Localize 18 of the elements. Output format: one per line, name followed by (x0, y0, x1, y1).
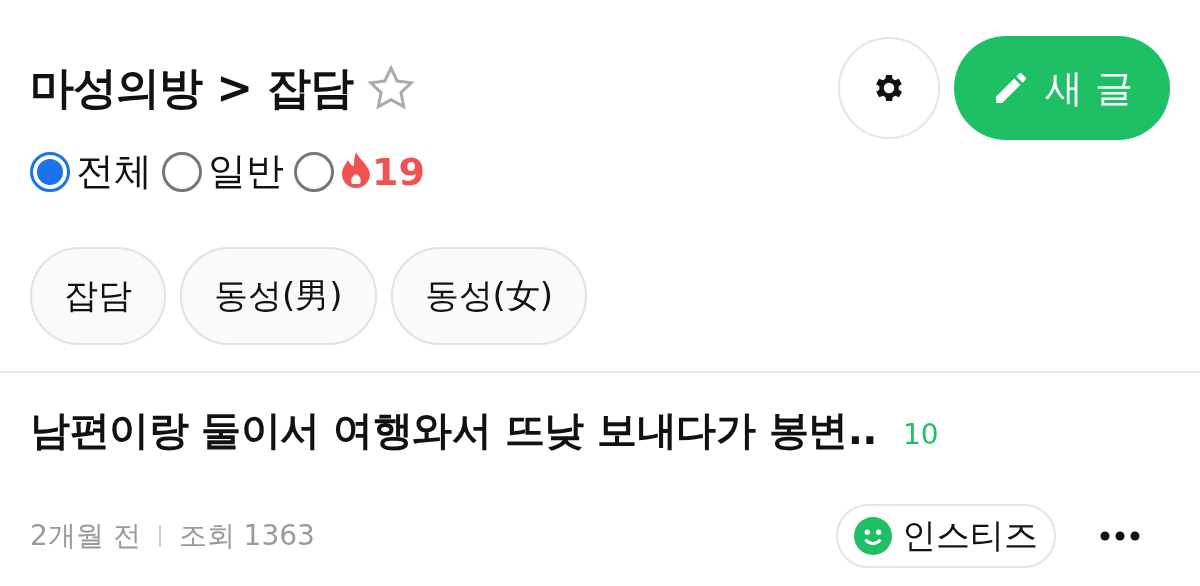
comment-count: 10 (903, 418, 939, 451)
view-count: 조회 1363 (178, 518, 315, 554)
radio-label: 전체 (76, 148, 152, 195)
radio-button[interactable] (30, 151, 70, 192)
post-title[interactable]: 남편이랑 둘이서 여행와서 뜨낮 보내다가 봉변.. (30, 403, 878, 458)
radio-button[interactable] (294, 151, 334, 192)
category-chip[interactable]: 잡담 (30, 247, 166, 345)
smiley-icon (854, 517, 892, 555)
radio-button[interactable] (162, 151, 202, 192)
author-chip[interactable]: 인스티즈 (836, 504, 1056, 568)
radio-label: 일반 (208, 148, 284, 195)
star-icon[interactable] (366, 65, 415, 111)
adult-label: 19 (372, 149, 425, 194)
category-chip[interactable]: 동성(女) (390, 247, 588, 345)
more-icon[interactable] (1100, 531, 1140, 541)
category-chip[interactable]: 동성(男) (180, 247, 377, 345)
post-time: 2개월 전 (30, 518, 141, 554)
board-title: 마성의방 > 잡담 (30, 60, 353, 115)
